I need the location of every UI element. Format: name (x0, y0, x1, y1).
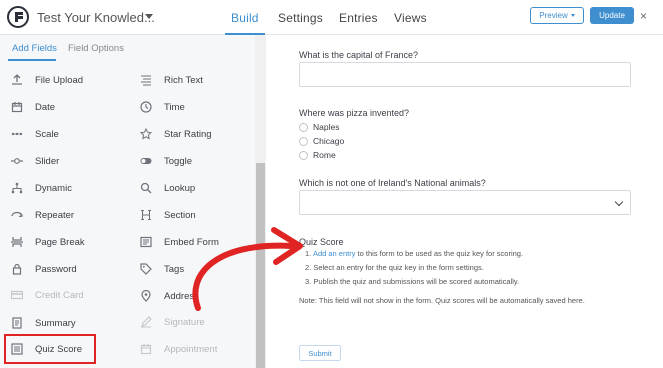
slider-icon (10, 154, 24, 168)
tab-build[interactable]: Build (231, 11, 259, 25)
heading-icon (139, 208, 153, 222)
upload-icon (10, 73, 24, 87)
radio-label: Chicago (313, 136, 345, 146)
annotation-arrow-icon (192, 227, 303, 311)
field-summary[interactable]: Summary (10, 314, 76, 332)
scale-icon (10, 127, 24, 141)
pen-icon (139, 315, 153, 329)
field-label: Time (164, 101, 185, 113)
chevron-down-icon (570, 14, 575, 17)
lock-icon (10, 262, 24, 276)
radio-circle[interactable] (299, 122, 308, 132)
add-entry-link[interactable]: Add an entry (313, 249, 356, 258)
preview-label: Preview (539, 11, 568, 20)
quiz-step-2: 2. Select an entry for the quiz key in t… (305, 263, 484, 272)
appointment-icon (139, 342, 153, 356)
quiz-step-1-text: to this form to be used as the quiz key … (355, 249, 524, 258)
dynamic-icon (10, 181, 24, 195)
field-dynamic[interactable]: Dynamic (10, 179, 72, 197)
field-label: Rich Text (164, 74, 203, 86)
question-2-label[interactable]: Where was pizza invented? (299, 108, 409, 118)
page-break-icon (10, 235, 24, 249)
active-side-tab-indicator (8, 59, 56, 61)
tab-entries[interactable]: Entries (339, 11, 378, 25)
radio-label: Rome (313, 150, 336, 160)
field-star-rating[interactable]: Star Rating (139, 125, 212, 143)
field-scale[interactable]: Scale (10, 125, 59, 143)
field-appointment[interactable]: Appointment (139, 340, 217, 358)
field-label: Page Break (35, 236, 85, 248)
tab-field-options[interactable]: Field Options (68, 43, 124, 54)
field-date[interactable]: Date (10, 98, 55, 116)
question-1-input[interactable] (299, 62, 631, 87)
radio-option-naples[interactable]: Naples (299, 121, 339, 133)
submit-button[interactable]: Submit (299, 345, 341, 361)
radio-label: Naples (313, 122, 340, 132)
field-label: Slider (35, 155, 60, 167)
radio-option-rome[interactable]: Rome (299, 149, 336, 161)
quiz-score-highlight-box (4, 334, 96, 364)
field-tags[interactable]: Tags (139, 260, 184, 278)
top-bar: Test Your Knowled... Build Settings Entr… (0, 0, 663, 35)
quiz-note: Note: This field will not show in the fo… (299, 296, 585, 305)
question-3-label[interactable]: Which is not one of Ireland's National a… (299, 178, 486, 188)
radio-circle[interactable] (299, 150, 308, 160)
calendar-icon (10, 100, 24, 114)
embed-form-icon (139, 235, 153, 249)
field-label: Section (164, 209, 196, 221)
summary-icon (10, 316, 24, 330)
quiz-step-3-text: Publish the quiz and submissions will be… (313, 277, 520, 286)
field-repeater[interactable]: Repeater (10, 206, 74, 224)
field-label: Password (35, 263, 77, 275)
field-slider[interactable]: Slider (10, 152, 59, 170)
clock-icon (139, 100, 153, 114)
field-label: Star Rating (164, 128, 212, 140)
field-rich-text[interactable]: Rich Text (139, 71, 203, 89)
field-label: Appointment (164, 343, 218, 355)
credit-card-icon (10, 288, 24, 302)
chevron-down-icon (614, 197, 624, 207)
formidable-logo-icon[interactable] (7, 6, 29, 28)
field-time[interactable]: Time (139, 98, 185, 116)
rich-text-icon (139, 73, 153, 87)
field-file-upload[interactable]: File Upload (10, 71, 83, 89)
field-label: Scale (35, 128, 59, 140)
field-label: Credit Card (35, 289, 84, 301)
tag-icon (139, 262, 153, 276)
chevron-down-icon[interactable] (145, 14, 153, 19)
field-label: Dynamic (35, 182, 72, 194)
field-label: Signature (164, 316, 205, 328)
search-icon (139, 181, 153, 195)
repeater-icon (10, 208, 24, 222)
form-title[interactable]: Test Your Knowled... (37, 10, 155, 25)
map-pin-icon (139, 289, 153, 303)
radio-option-chicago[interactable]: Chicago (299, 135, 344, 147)
field-label: Summary (35, 317, 76, 329)
field-credit-card[interactable]: Credit Card (10, 286, 84, 304)
star-icon (139, 127, 153, 141)
field-label: Repeater (35, 209, 75, 221)
preview-button[interactable]: Preview (530, 7, 584, 24)
close-icon[interactable]: × (640, 9, 647, 23)
field-lookup[interactable]: Lookup (139, 179, 195, 197)
quiz-step-3: 3. Publish the quiz and submissions will… (305, 277, 520, 286)
question-1-label[interactable]: What is the capital of France? (299, 50, 418, 60)
field-label: Toggle (164, 155, 192, 167)
question-3-dropdown[interactable] (299, 190, 631, 215)
field-label: Date (35, 101, 56, 113)
update-button[interactable]: Update (590, 7, 634, 24)
field-label: File Upload (35, 74, 84, 86)
radio-circle[interactable] (299, 136, 308, 146)
quiz-step-2-text: Select an entry for the quiz key in the … (313, 263, 484, 272)
field-password[interactable]: Password (10, 260, 77, 278)
tab-add-fields[interactable]: Add Fields (12, 43, 57, 54)
field-label: Lookup (164, 182, 196, 194)
field-page-break[interactable]: Page Break (10, 233, 85, 251)
quiz-step-1: 1. Add an entry to this form to be used … (305, 249, 524, 258)
tab-settings[interactable]: Settings (278, 11, 323, 25)
field-signature[interactable]: Signature (139, 313, 205, 331)
field-toggle[interactable]: Toggle (139, 152, 192, 170)
toggle-icon (139, 154, 153, 168)
tab-views[interactable]: Views (394, 11, 427, 25)
